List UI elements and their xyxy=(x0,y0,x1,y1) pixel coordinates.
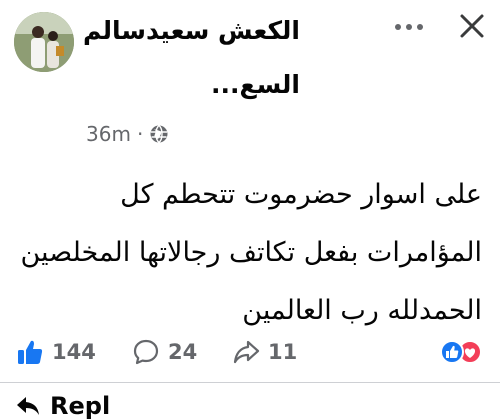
reply-row[interactable]: Repl xyxy=(14,392,110,420)
like-button[interactable]: 144 xyxy=(16,332,96,372)
reactions-summary[interactable] xyxy=(440,340,486,364)
post-body: على اسوار حضرموت تتحطم كل المؤامرات بفعل… xyxy=(12,166,482,340)
meta-separator: · xyxy=(136,122,144,146)
post-meta: 36m · xyxy=(86,122,169,146)
comment-button[interactable]: 24 xyxy=(132,332,197,372)
post-actions-bar: 144 24 11 xyxy=(0,332,500,372)
reply-label[interactable]: Repl xyxy=(50,392,110,420)
author-name[interactable]: الكعش سعيدسالم السع... xyxy=(30,8,300,108)
close-button[interactable] xyxy=(454,8,490,44)
post-timestamp[interactable]: 36m xyxy=(86,122,131,146)
post-card: الكعش سعيدسالم السع... 36m · على اسوار ح… xyxy=(0,0,500,420)
close-icon xyxy=(460,14,484,38)
share-button[interactable]: 11 xyxy=(232,332,297,372)
post-body-line: المؤامرات بفعل تكاتف رجالاتها المخلصين xyxy=(20,237,482,268)
globe-icon xyxy=(150,124,168,144)
share-icon xyxy=(233,340,260,364)
more-horizontal-icon xyxy=(395,24,423,30)
reply-icon xyxy=(17,397,39,415)
thumbs-up-icon xyxy=(18,340,43,364)
like-count: 144 xyxy=(52,340,96,364)
like-reaction-icon xyxy=(440,340,464,364)
comment-count: 24 xyxy=(168,340,198,364)
section-divider xyxy=(0,382,500,383)
author-name-line1[interactable]: الكعش سعيدسالم xyxy=(30,8,300,54)
post-header: الكعش سعيدسالم السع... xyxy=(0,0,500,120)
share-count: 11 xyxy=(268,340,298,364)
author-name-line2[interactable]: السع... xyxy=(30,62,300,108)
post-body-line: على اسوار حضرموت تتحطم كل xyxy=(120,179,482,210)
comment-icon xyxy=(133,339,159,365)
more-options-button[interactable] xyxy=(392,10,426,44)
